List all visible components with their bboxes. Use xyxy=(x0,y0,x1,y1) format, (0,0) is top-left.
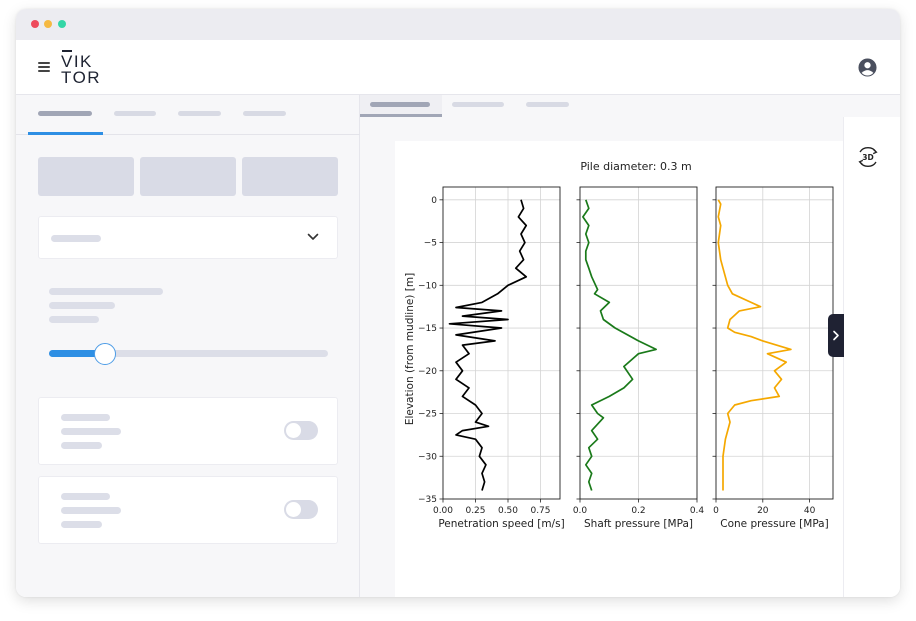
maximize-window-button[interactable] xyxy=(58,20,66,28)
y-tick-label-0: 0 xyxy=(431,196,437,206)
active-tab-indicator xyxy=(28,132,103,135)
tab-2[interactable] xyxy=(114,111,156,116)
toggle-switch-2[interactable] xyxy=(284,500,318,519)
tab-4[interactable] xyxy=(243,111,286,116)
x-tick-label-2-2: 40 xyxy=(804,506,816,516)
toggle-2-label-line-1 xyxy=(61,493,110,500)
toggle-1-label-line-3 xyxy=(61,442,102,449)
series-line-2 xyxy=(717,199,792,491)
y-tick-label-7: −35 xyxy=(418,495,437,505)
active-view-tab-indicator xyxy=(360,114,442,117)
option-tile-2[interactable] xyxy=(140,157,236,196)
view-actions-strip xyxy=(843,117,900,597)
series-line-0 xyxy=(448,199,528,491)
hamburger-icon[interactable] xyxy=(38,62,50,72)
chevron-right-icon xyxy=(833,330,839,341)
y-tick-label-2: −10 xyxy=(418,281,437,291)
y-tick-label-4: −20 xyxy=(418,367,437,377)
plot-view: Pile diameter: 0.3 m Elevation (from mud… xyxy=(395,141,843,597)
option-tile-3[interactable] xyxy=(242,157,338,196)
series-line-1 xyxy=(582,199,657,491)
chevron-down-icon xyxy=(307,233,319,240)
app-window: VIK TOR Pile diameter: 0.3 m Elevation (… xyxy=(16,9,900,597)
x-tick-label-0-0: 0.00 xyxy=(433,506,453,516)
viktor-logo: VIK TOR xyxy=(61,50,105,86)
slider-label-line-3 xyxy=(49,316,99,323)
elevation-profile-chart: Pile diameter: 0.3 m Elevation (from mud… xyxy=(404,160,834,530)
chart-y-axis-label: Elevation (from mudline) [m] xyxy=(404,273,416,425)
parameter-panel xyxy=(16,95,360,597)
window-titlebar xyxy=(16,9,900,40)
tab-3[interactable] xyxy=(178,111,221,116)
plot-frame-2 xyxy=(715,186,834,500)
logo-line-2: TOR xyxy=(61,68,102,87)
rotate-3d-icon[interactable]: 3D xyxy=(856,146,880,168)
x-axis-label-1: Shaft pressure [MPa] xyxy=(584,518,693,530)
app-header: VIK TOR xyxy=(16,40,900,95)
x-tick-label-0-3: 0.75 xyxy=(530,506,550,516)
view-tab-1[interactable] xyxy=(370,102,430,107)
slider-label-line-1 xyxy=(49,288,163,295)
toggle-card-2 xyxy=(38,476,338,544)
tab-1[interactable] xyxy=(38,111,92,116)
x-tick-label-0-2: 0.50 xyxy=(498,506,518,516)
collapse-panel-button[interactable] xyxy=(828,314,844,357)
option-tile-1[interactable] xyxy=(38,157,134,196)
x-tick-label-1-0: 0.0 xyxy=(573,506,588,516)
slider-thumb[interactable] xyxy=(94,343,116,365)
x-axis-label-2: Cone pressure [MPa] xyxy=(720,518,828,530)
chart-title: Pile diameter: 0.3 m xyxy=(580,160,691,173)
toggle-2-label-line-2 xyxy=(61,507,121,514)
view-panel: Pile diameter: 0.3 m Elevation (from mud… xyxy=(360,95,900,597)
user-icon[interactable] xyxy=(858,58,877,77)
plot-frame-0 xyxy=(442,186,561,500)
view-tab-2[interactable] xyxy=(452,102,504,107)
left-tab-bar xyxy=(16,95,360,135)
x-tick-label-2-0: 0 xyxy=(713,506,719,516)
x-axis-label-0: Penetration speed [m/s] xyxy=(438,518,564,530)
view-tab-3[interactable] xyxy=(526,102,569,107)
y-tick-label-5: −25 xyxy=(418,410,437,420)
dropdown-value-placeholder xyxy=(51,235,101,242)
y-tick-label-6: −30 xyxy=(418,452,437,462)
toggle-1-label-line-2 xyxy=(61,428,121,435)
y-tick-label-3: −15 xyxy=(418,324,437,334)
x-tick-label-1-2: 0.4 xyxy=(690,506,705,516)
toggle-2-label-line-3 xyxy=(61,521,102,528)
minimize-window-button[interactable] xyxy=(44,20,52,28)
toggle-switch-1[interactable] xyxy=(284,421,318,440)
y-tick-label-1: −5 xyxy=(424,239,437,249)
x-tick-label-0-1: 0.25 xyxy=(465,506,485,516)
toggle-card-1 xyxy=(38,397,338,465)
x-tick-label-2-1: 20 xyxy=(757,506,769,516)
dropdown-select[interactable] xyxy=(38,216,338,259)
close-window-button[interactable] xyxy=(31,20,39,28)
slider-label-line-2 xyxy=(49,302,115,309)
view-tab-bar xyxy=(360,95,900,117)
toggle-1-label-line-1 xyxy=(61,414,110,421)
view3d-label: 3D xyxy=(862,153,873,162)
x-tick-label-1-1: 0.2 xyxy=(631,506,645,516)
